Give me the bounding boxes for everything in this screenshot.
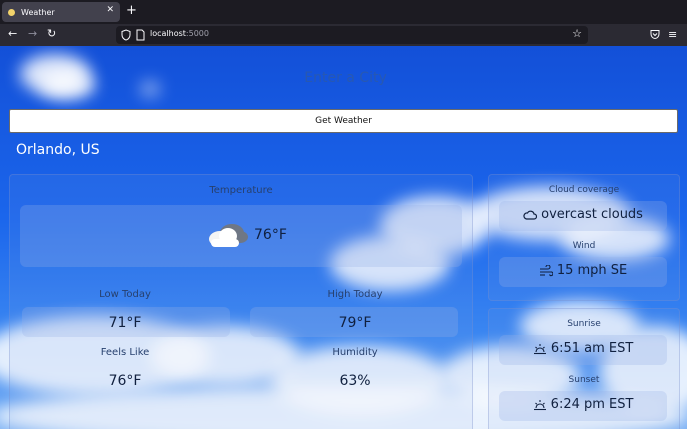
wind-icon [539,264,553,276]
temperature-card: 76°F [20,205,462,267]
city-search-input[interactable] [9,62,682,94]
shield-icon[interactable] [121,29,131,41]
humidity-label: Humidity [332,347,378,358]
wind-row: 15 mph SE [499,263,667,278]
sunset-icon [533,399,546,410]
browser-tabstrip: Weather ✕ + [0,0,687,24]
weather-page: Get Weather Orlando, US Temperature 76°F… [0,46,687,429]
tab-title: Weather [21,7,55,17]
sunset-value: 6:24 pm EST [550,397,634,412]
temperature-label: Temperature [209,185,273,196]
url-host: localhost [150,29,186,38]
cloud-coverage-value: overcast clouds [541,207,643,222]
humidity-value: 63% [339,373,371,389]
wind-card: 15 mph SE [499,257,667,287]
browser-navbar: ← → ↻ localhost:5000 ☆ ≡ [0,24,687,46]
temperature-value: 76°F [254,227,287,243]
low-today-value: 71°F [108,315,142,331]
bookmark-star-icon[interactable]: ☆ [572,27,582,40]
high-today-label: High Today [327,289,383,300]
get-weather-button[interactable]: Get Weather [9,109,678,133]
high-today-value: 79°F [338,315,372,331]
sunrise-value: 6:51 am EST [550,341,634,356]
cloud-coverage-row: overcast clouds [499,207,667,222]
sunset-card: 6:24 pm EST [499,391,667,421]
favicon-icon [8,8,15,16]
main-weather-panel: Temperature 76°F Low Today 71°F High Tod… [9,174,473,429]
sunrise-card: 6:51 am EST [499,335,667,365]
low-today-label: Low Today [99,289,151,300]
new-tab-button[interactable]: + [126,3,137,18]
address-bar[interactable]: localhost:5000 ☆ [116,26,588,44]
sunrise-label: Sunrise [567,319,601,329]
back-icon[interactable]: ← [8,27,17,40]
wind-value: 15 mph SE [556,263,628,278]
sunrise-icon [533,343,546,354]
cloud-outline-icon [523,210,538,220]
location-title: Orlando, US [16,142,100,158]
url-text: localhost:5000 [150,29,209,38]
url-port: :5000 [185,29,209,38]
pocket-icon[interactable] [650,29,660,40]
menu-icon[interactable]: ≡ [668,28,677,41]
cloud-icon [209,224,248,247]
sunrise-row: 6:51 am EST [499,341,667,356]
reload-icon[interactable]: ↻ [47,27,56,40]
feels-like-value: 76°F [108,373,142,389]
sky-info-panel: Cloud coverage overcast clouds Wind 15 m… [488,174,680,301]
forward-icon[interactable]: → [28,27,37,40]
feels-like-label: Feels Like [100,347,150,358]
cloud-coverage-card: overcast clouds [499,201,667,231]
sunset-label: Sunset [568,375,600,385]
page-icon [136,29,145,41]
close-tab-icon[interactable]: ✕ [106,5,114,15]
sun-info-panel: Sunrise 6:51 am EST Sunset 6:24 pm EST [488,308,680,429]
browser-tab[interactable]: Weather ✕ [2,2,120,22]
sunset-row: 6:24 pm EST [499,397,667,412]
wind-label: Wind [572,241,596,251]
cloud-coverage-label: Cloud coverage [548,185,620,195]
